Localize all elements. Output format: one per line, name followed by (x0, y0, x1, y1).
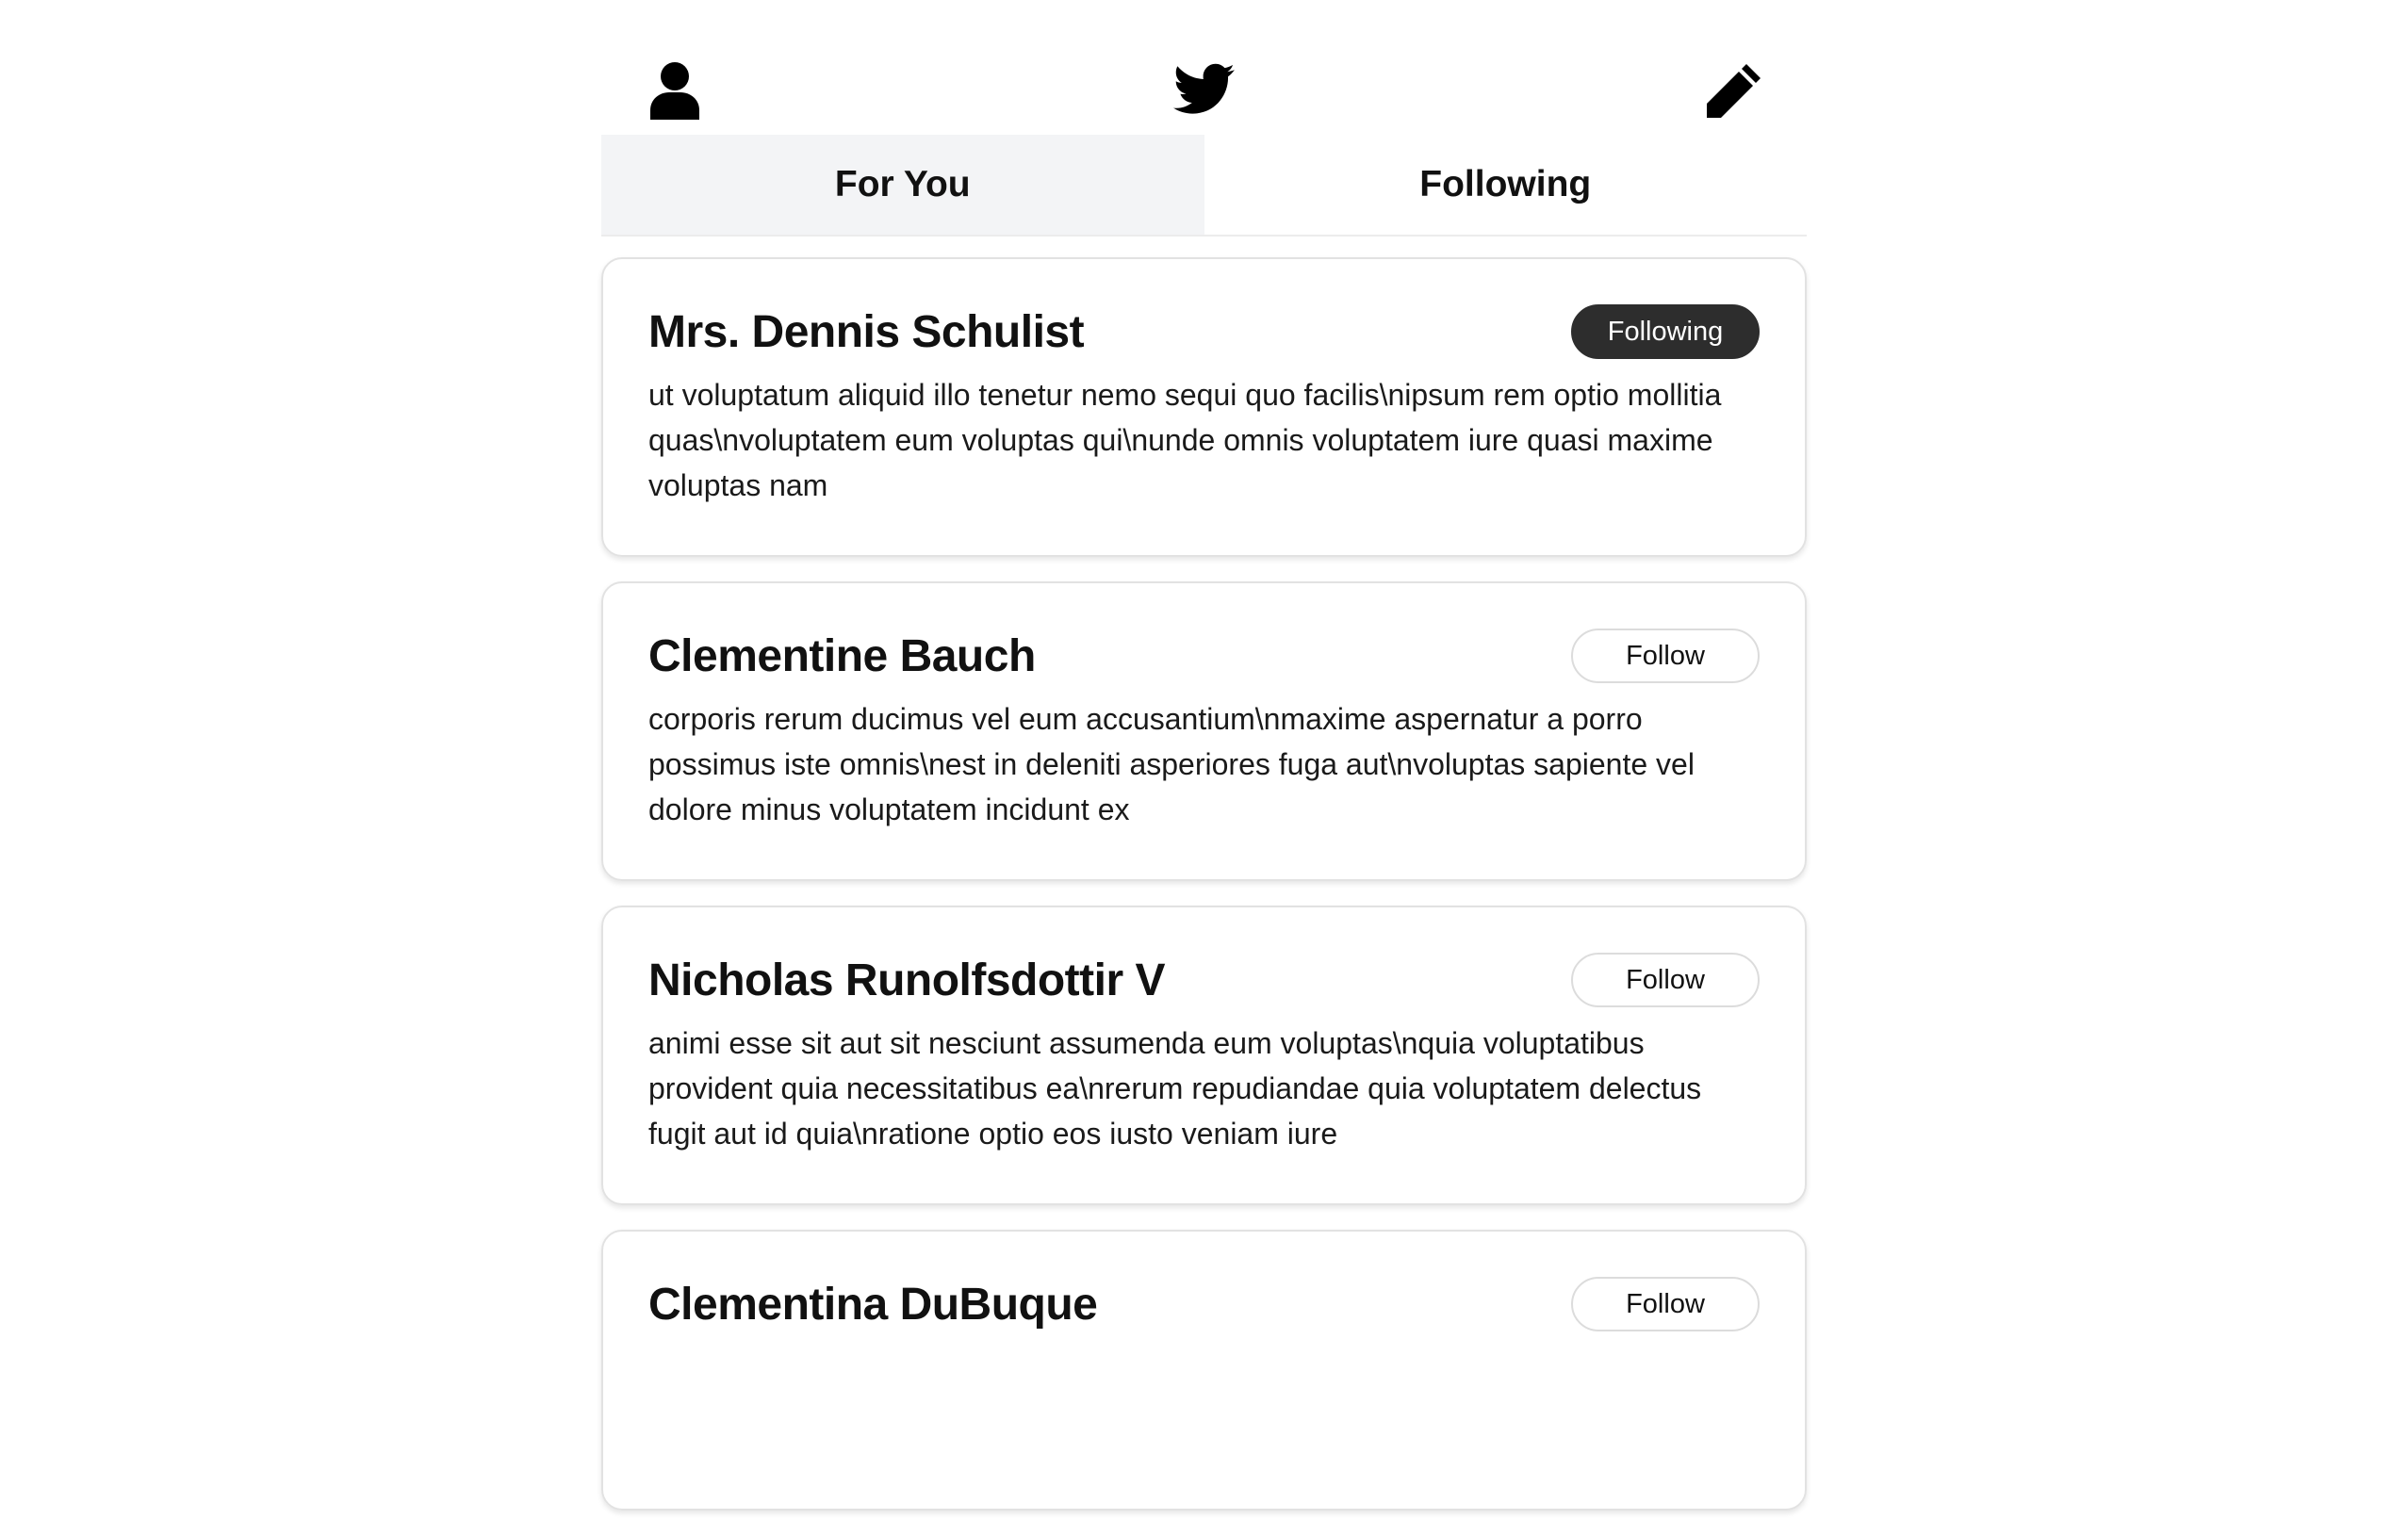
top-bar (601, 0, 1807, 135)
post-header: Clementina DuBuque Follow (648, 1275, 1760, 1333)
post-card: Clementina DuBuque Follow (601, 1230, 1807, 1511)
post-card: Nicholas Runolfsdottir V Follow animi es… (601, 906, 1807, 1205)
twitter-bird-icon[interactable] (1172, 60, 1237, 119)
tab-following[interactable]: Following (1204, 135, 1808, 235)
pencil-icon[interactable] (1704, 60, 1764, 121)
post-body: animi esse sit aut sit nesciunt assumend… (648, 1026, 1702, 1151)
author-name: Clementine Bauch (648, 630, 1036, 681)
author-name: Mrs. Dennis Schulist (648, 306, 1085, 357)
post-card: Mrs. Dennis Schulist Following ut volupt… (601, 257, 1807, 557)
post-body: corporis rerum ducimus vel eum accusanti… (648, 702, 1695, 826)
post-card: Clementine Bauch Follow corporis rerum d… (601, 581, 1807, 881)
post-body: ut voluptatum aliquid illo tenetur nemo … (648, 378, 1722, 502)
following-button[interactable]: Following (1571, 304, 1760, 359)
follow-button[interactable]: Follow (1571, 1277, 1760, 1331)
app-container: For You Following Mrs. Dennis Schulist F… (601, 0, 1807, 1535)
post-feed: Mrs. Dennis Schulist Following ut volupt… (601, 237, 1807, 1511)
post-header: Mrs. Dennis Schulist Following (648, 302, 1760, 361)
follow-button[interactable]: Follow (1571, 629, 1760, 683)
author-name: Clementina DuBuque (648, 1279, 1098, 1330)
feed-tabs: For You Following (601, 135, 1807, 237)
follow-button[interactable]: Follow (1571, 953, 1760, 1007)
post-header: Clementine Bauch Follow (648, 627, 1760, 685)
tab-for-you[interactable]: For You (601, 135, 1204, 235)
user-icon[interactable] (646, 59, 704, 122)
post-header: Nicholas Runolfsdottir V Follow (648, 951, 1760, 1009)
author-name: Nicholas Runolfsdottir V (648, 955, 1166, 1005)
